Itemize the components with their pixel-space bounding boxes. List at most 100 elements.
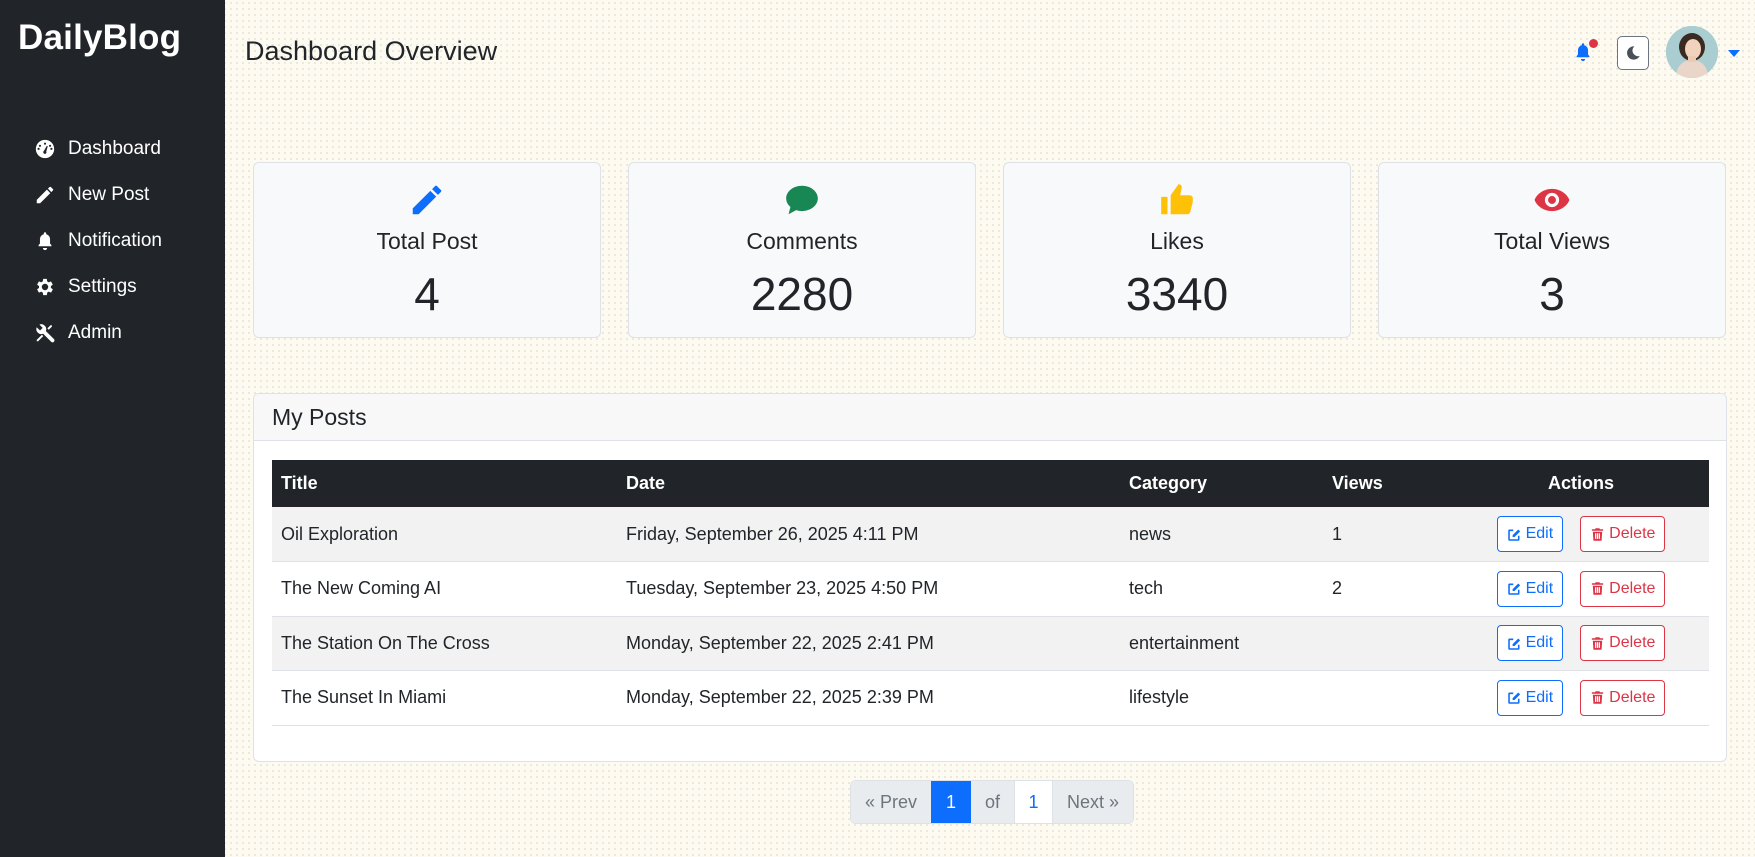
sidebar-item-dashboard[interactable]: Dashboard — [34, 126, 162, 172]
edit-icon — [1507, 692, 1520, 704]
next-page-button[interactable]: Next » — [1053, 781, 1134, 823]
post-date: Monday, September 22, 2025 2:41 PM — [626, 632, 934, 653]
post-title: The New Coming AI — [281, 578, 442, 599]
delete-button[interactable]: Delete — [1580, 625, 1666, 662]
column-header-date[interactable]: Date — [617, 460, 1120, 507]
page-title: Dashboard Overview — [245, 36, 498, 66]
stat-icon — [254, 181, 600, 221]
bell-icon — [38, 232, 52, 251]
pencil-icon — [36, 186, 54, 204]
row-actions: Edit Delete — [1453, 507, 1709, 562]
column-header-views[interactable]: Views — [1323, 460, 1453, 507]
edit-button-label: Edit — [1525, 579, 1554, 597]
sidebar-item-settings[interactable]: Settings — [34, 264, 162, 310]
delete-button[interactable]: Delete — [1580, 679, 1666, 716]
post-category: news — [1129, 523, 1172, 544]
edit-icon — [1507, 638, 1520, 650]
post-date: Friday, September 26, 2025 4:11 PM — [626, 523, 919, 544]
moon-icon — [1627, 46, 1640, 60]
prev-page-button[interactable]: « Prev — [851, 781, 932, 823]
stat-label: Likes — [1150, 228, 1204, 254]
user-photo-icon — [1666, 26, 1718, 78]
stat-value: 4 — [414, 268, 440, 320]
thumbs-up-icon — [1161, 184, 1193, 215]
edit-button-label: Edit — [1525, 688, 1554, 706]
caret-down-icon — [1728, 50, 1740, 57]
post-views: 1 — [1332, 523, 1343, 544]
sidebar-item-label: New Post — [68, 184, 150, 205]
stat-value: 3340 — [1125, 268, 1229, 320]
edit-button-label: Edit — [1525, 634, 1554, 652]
page-of-label: of — [971, 781, 1015, 823]
notification-dot — [1589, 39, 1598, 48]
column-header-category[interactable]: Category — [1120, 460, 1323, 507]
column-header-actions: Actions — [1547, 473, 1614, 493]
theme-toggle-button[interactable] — [1617, 36, 1649, 70]
post-category: tech — [1129, 578, 1164, 599]
stat-value: 2280 — [750, 268, 854, 320]
delete-button-label: Delete — [1609, 525, 1656, 542]
avatar[interactable] — [1666, 26, 1718, 78]
stat-card-likes: Likes 3340 — [1003, 162, 1351, 338]
edit-button[interactable]: Edit — [1496, 625, 1564, 662]
post-category: entertainment — [1129, 632, 1240, 653]
table-row: The New Coming AI Tuesday, September 23,… — [272, 562, 1709, 617]
notification-button[interactable] — [1572, 39, 1598, 66]
chat-bubble-icon — [786, 185, 818, 215]
brand-logo[interactable]: DailyBlog — [18, 18, 181, 58]
post-date: Tuesday, September 23, 2025 4:50 PM — [626, 578, 939, 599]
posts-table: Title Date Category Views Actions Oil Ex… — [272, 460, 1709, 726]
edit-button[interactable]: Edit — [1496, 570, 1564, 607]
trash-icon — [1592, 527, 1604, 541]
sidebar-nav: Dashboard New Post Notification Settings… — [34, 126, 162, 356]
panel-heading: My Posts — [254, 394, 1726, 441]
stat-value: 3 — [1539, 268, 1565, 320]
delete-button-label: Delete — [1609, 634, 1656, 652]
sidebar: DailyBlog Dashboard New Post Notificatio… — [0, 0, 225, 857]
table-row: Oil Exploration Friday, September 26, 20… — [272, 507, 1709, 562]
tools-icon — [36, 324, 55, 343]
stat-card-total-views: Total Views 3 — [1378, 162, 1726, 338]
stat-icon — [1379, 181, 1725, 221]
delete-button-label: Delete — [1609, 579, 1656, 597]
edit-icon — [1507, 529, 1520, 541]
stat-card-comments: Comments 2280 — [628, 162, 976, 338]
column-header-title[interactable]: Title — [272, 460, 617, 507]
profile-dropdown-toggle[interactable] — [1727, 46, 1741, 58]
stat-label: Comments — [746, 228, 858, 254]
delete-button-label: Delete — [1609, 688, 1656, 706]
dashboard-gauge-icon — [35, 139, 55, 159]
sidebar-item-label: Settings — [68, 276, 137, 297]
current-page-button[interactable]: 1 — [931, 781, 972, 823]
stat-icon — [629, 181, 975, 221]
sidebar-item-label: Dashboard — [68, 138, 161, 159]
post-views — [1323, 671, 1453, 726]
pencil-icon — [412, 185, 442, 215]
sidebar-item-admin[interactable]: Admin — [34, 310, 162, 356]
trash-icon — [1592, 582, 1604, 595]
delete-button[interactable]: Delete — [1580, 516, 1666, 552]
post-views: 2 — [1332, 578, 1343, 599]
row-actions: Edit Delete — [1453, 562, 1709, 617]
my-posts-panel: My Posts Title Date Category Views Actio… — [253, 393, 1727, 762]
row-actions: Edit Delete — [1453, 671, 1709, 726]
sidebar-item-new-post[interactable]: New Post — [34, 172, 162, 218]
eye-icon — [1534, 188, 1570, 212]
edit-button[interactable]: Edit — [1496, 516, 1564, 552]
delete-button[interactable]: Delete — [1580, 570, 1666, 607]
header-tools — [1555, 26, 1755, 80]
post-title: The Sunset In Miami — [281, 687, 447, 708]
sidebar-item-notification[interactable]: Notification — [34, 218, 162, 264]
trash-icon — [1592, 691, 1604, 704]
total-pages-button[interactable]: 1 — [1014, 781, 1054, 823]
post-title: Oil Exploration — [281, 523, 399, 544]
stat-card-total-post: Total Post 4 — [253, 162, 601, 338]
edit-button[interactable]: Edit — [1496, 679, 1564, 716]
edit-icon — [1507, 583, 1520, 595]
stat-label: Total Views — [1494, 228, 1610, 254]
table-row: The Station On The Cross Monday, Septemb… — [272, 616, 1709, 671]
pagination: « Prev 1 of 1 Next » — [850, 780, 1135, 824]
post-title: The Station On The Cross — [281, 632, 490, 653]
edit-button-label: Edit — [1525, 525, 1554, 542]
table-header-row: Title Date Category Views Actions — [272, 460, 1709, 507]
